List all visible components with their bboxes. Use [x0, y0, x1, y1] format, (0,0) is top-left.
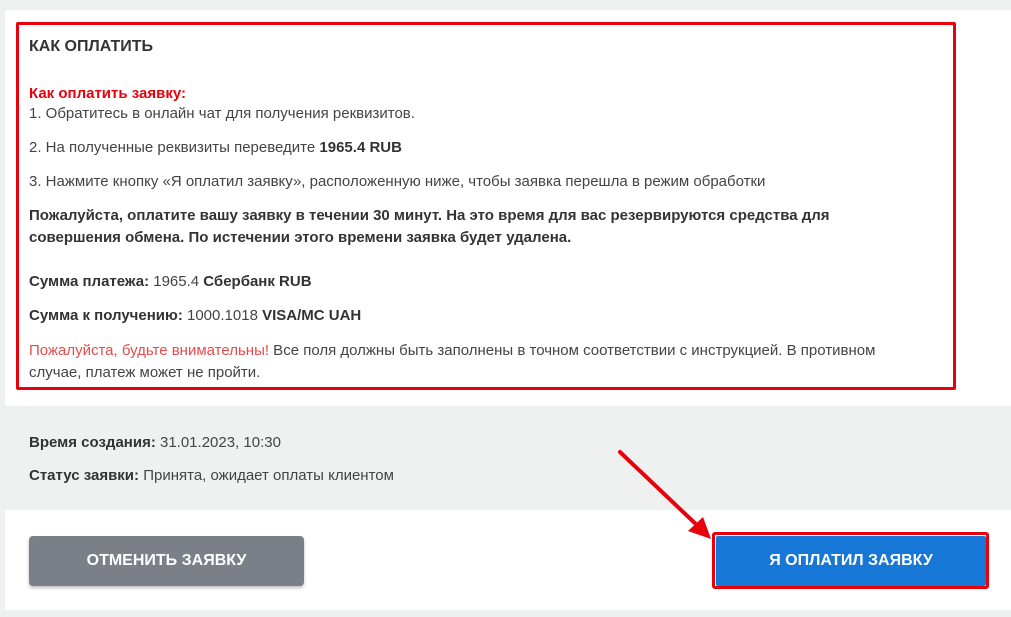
pointer-arrow-icon: [618, 450, 711, 539]
